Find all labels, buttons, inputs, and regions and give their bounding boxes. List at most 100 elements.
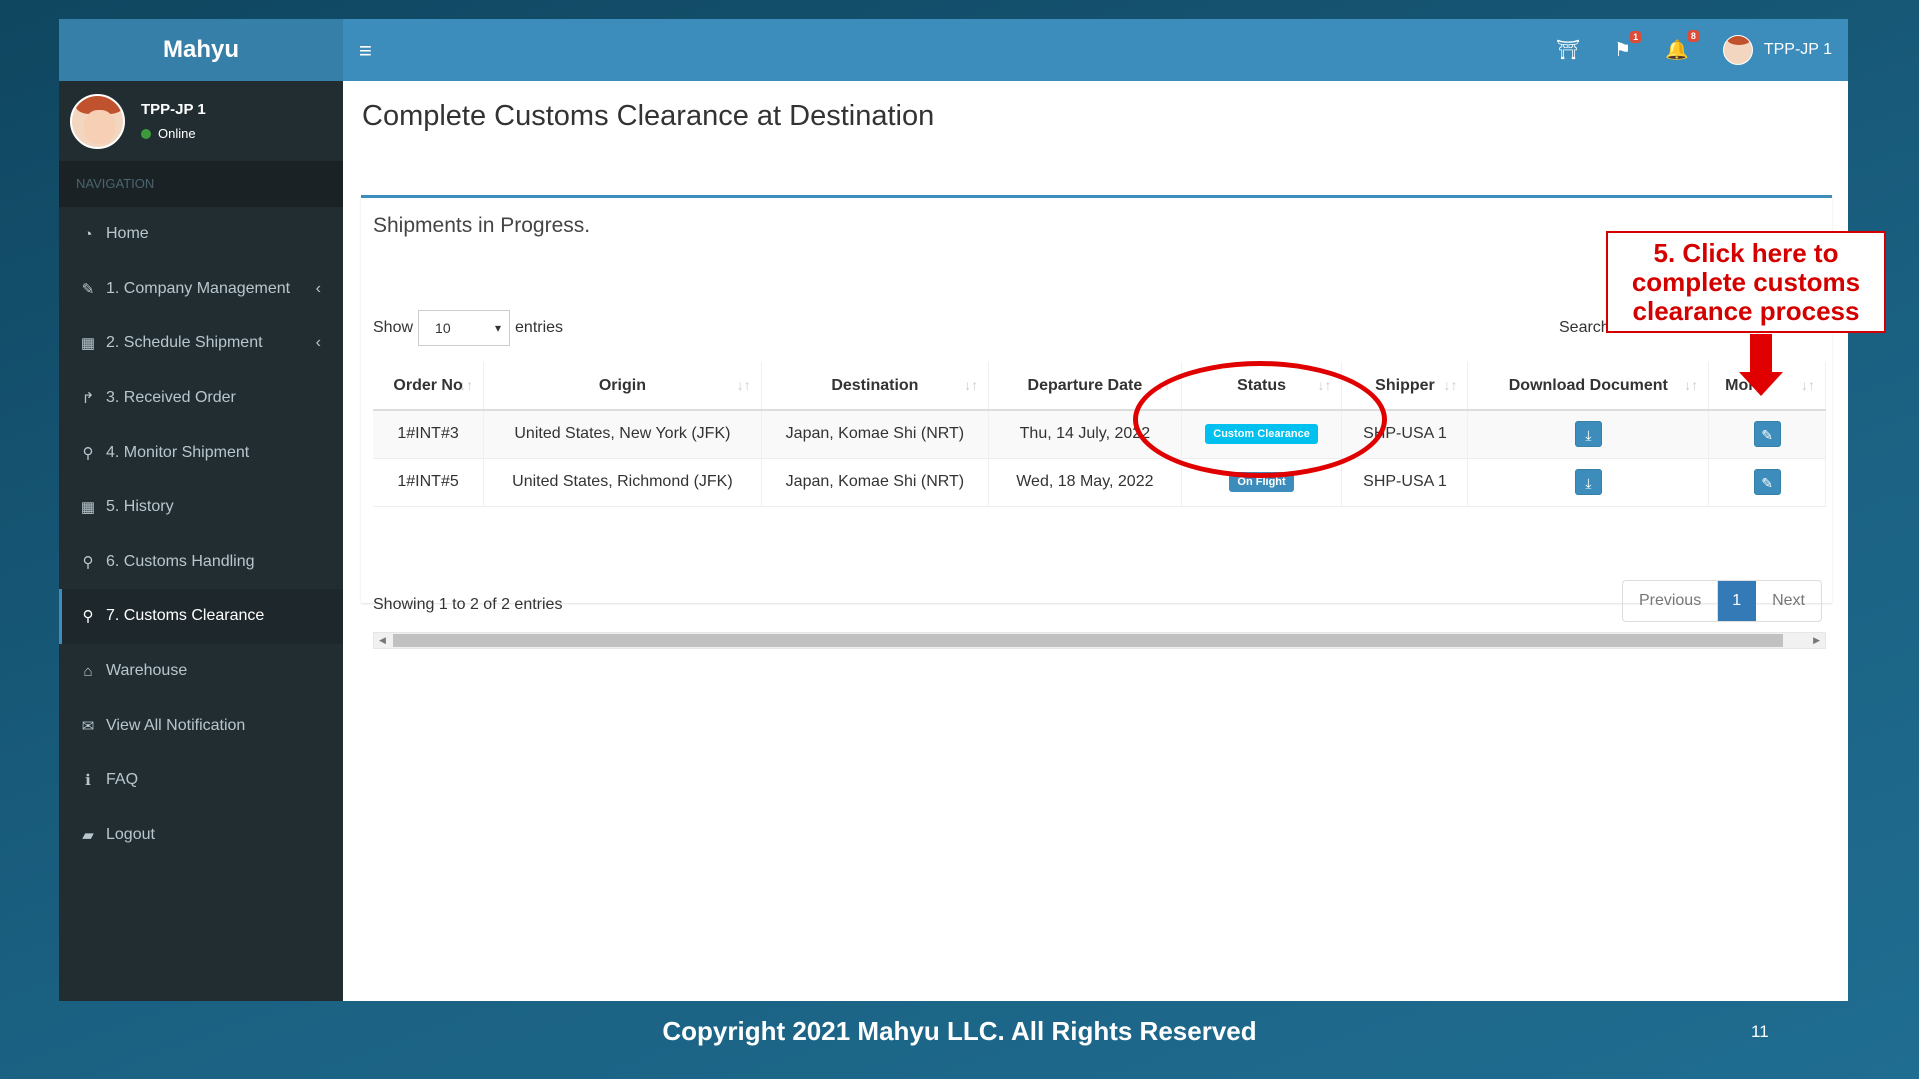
shipments-table: Order No ↓↑ Origin ↓↑ Destination ↓↑ Depart… (373, 362, 1826, 507)
header-label: Shipper (1375, 376, 1435, 394)
cell-destination: Japan, Komae Shi (NRT) (761, 410, 990, 459)
hamburger-menu-icon[interactable]: ≡ (359, 38, 372, 64)
header-label: Destination (831, 376, 919, 394)
app-window: Mahyu TPP-JP 1 Online NAVIGATION ◔ Home ✎… (59, 19, 1848, 1001)
app-logo[interactable]: Mahyu (59, 19, 343, 81)
length-control: Show 10 ▾ entries (373, 310, 563, 346)
scroll-right-icon[interactable]: ▶ (1813, 633, 1820, 648)
warehouse-icon: ⌂ (83, 662, 93, 680)
sidebar-item-label: View All Notification (106, 716, 246, 734)
cell-destination: Japan, Komae Shi (NRT) (761, 458, 990, 507)
previous-button[interactable]: Previous (1623, 581, 1719, 621)
user-menu[interactable]: TPP-JP 1 (1764, 41, 1832, 59)
cell-departure-date: Wed, 18 May, 2022 (988, 458, 1182, 507)
header-label: Origin (598, 376, 646, 394)
callout-line: clearance process (1632, 296, 1860, 326)
nav-header: NAVIGATION (59, 161, 343, 207)
sort-icon: ↓↑ (736, 377, 751, 393)
sort-icon: ↓↑ (1684, 377, 1699, 393)
sidebar-item-received-order[interactable]: ↱ 3. Received Order (59, 371, 343, 426)
sidebar-item-view-all-notification[interactable]: ✉ View All Notification (59, 698, 343, 753)
sidebar-item-label: 5. History (106, 498, 174, 516)
user-name: TPP-JP 1 (141, 101, 206, 118)
cell-origin: United States, Richmond (JFK) (483, 458, 762, 507)
sidebar-item-label: 1. Company Management (106, 279, 291, 297)
sort-icon: ↓↑ (1801, 377, 1815, 393)
scroll-left-icon[interactable]: ◀ (379, 633, 386, 648)
annotation-arrow-icon (1750, 334, 1772, 374)
top-navbar: ≡ ⛩ ⚑ 1 🔔 8 TPP-JP 1 (343, 19, 1848, 81)
edit-button[interactable]: ✎ (1753, 469, 1781, 495)
sidebar: Mahyu TPP-JP 1 Online NAVIGATION ◔ Home ✎… (59, 19, 343, 1001)
table-header-row: Order No ↓↑ Origin ↓↑ Destination ↓↑ Depart… (373, 362, 1826, 411)
bell-icon[interactable]: 🔔 8 (1665, 30, 1699, 62)
sidebar-item-label: Logout (106, 825, 155, 843)
horizontal-scrollbar[interactable]: ◀ ▶ (373, 632, 1826, 649)
download-icon: ⤓ (1585, 475, 1592, 491)
dashboard-icon: ◔ (83, 225, 93, 243)
bell-glyph: 🔔 (1665, 40, 1689, 61)
status-text: Online (158, 126, 196, 141)
box-title: Shipments in Progress. (373, 214, 591, 237)
table-row: 1#INT#3 United States, New York (JFK) Ja… (373, 410, 1826, 459)
download-button[interactable]: ⤓ (1574, 421, 1602, 448)
pagination: Previous 1 Next (1621, 580, 1822, 622)
sidebar-item-logout[interactable]: ▰ Logout (59, 808, 343, 863)
cell-order-no: 1#INT#5 (373, 458, 485, 507)
page-1-button[interactable]: 1 (1718, 581, 1757, 621)
callout-line: 5. Click here to (1653, 238, 1839, 268)
nav-menu: ◔ Home ✎ 1. Company Management ‹ ▦ 2. Schedu… (59, 207, 343, 862)
sidebar-item-faq[interactable]: ℹ FAQ (59, 753, 343, 808)
share-icon: ↱ (81, 390, 95, 408)
header-label: Departure Date (1027, 376, 1143, 394)
edit-button[interactable]: ✎ (1753, 421, 1781, 448)
cell-origin: United States, New York (JFK) (483, 410, 762, 459)
slide-page-number: 11 (1751, 1022, 1769, 1041)
search-icon: ⚲ (82, 608, 94, 626)
sidebar-item-history[interactable]: ▦ 5. History (59, 480, 343, 535)
header-label: Download Document (1508, 376, 1668, 394)
envelope-icon: ✉ (81, 717, 95, 735)
pencil-icon: ✎ (1761, 427, 1773, 444)
flag-badge: 1 (1630, 30, 1642, 43)
sidebar-item-monitor-shipment[interactable]: ⚲ 4. Monitor Shipment (59, 425, 343, 480)
main-content: Complete Customs Clearance at Destinatio… (343, 81, 1848, 1001)
col-destination[interactable]: Destination ↓↑ (761, 362, 990, 411)
col-order-no[interactable]: Order No ↓↑ (373, 362, 485, 411)
sidebar-item-label: 6. Customs Handling (106, 552, 255, 570)
download-button[interactable]: ⤓ (1574, 469, 1602, 495)
flag-icon[interactable]: ⚑ 1 (1614, 30, 1642, 62)
bell-badge: 8 (1687, 30, 1699, 42)
chevron-left-icon: ‹ (315, 279, 321, 297)
user-status: Online (141, 126, 206, 141)
online-dot-icon (141, 128, 151, 139)
sidebar-item-home[interactable]: ◔ Home (59, 207, 343, 262)
edit-icon: ✎ (81, 280, 95, 298)
sort-icon: ↓↑ (1443, 377, 1458, 393)
col-origin[interactable]: Origin ↓↑ (483, 362, 762, 411)
sort-icon: ↓↑ (964, 377, 979, 393)
entries-select[interactable]: 10 ▾ (418, 310, 511, 346)
col-download-document[interactable]: Download Document ↓↑ (1467, 362, 1710, 411)
next-button[interactable]: Next (1756, 581, 1821, 621)
sort-icon: ↓↑ (459, 377, 474, 393)
sidebar-item-schedule-shipment[interactable]: ▦ 2. Schedule Shipment ‹ (59, 316, 343, 371)
sidebar-item-company-management[interactable]: ✎ 1. Company Management ‹ (59, 262, 343, 317)
sidebar-item-warehouse[interactable]: ⌂ Warehouse (59, 644, 343, 699)
table-row: 1#INT#5 United States, Richmond (JFK) Ja… (373, 458, 1826, 507)
sidebar-item-label: FAQ (106, 771, 139, 789)
sidebar-item-customs-clearance[interactable]: ⚲ 7. Customs Clearance (59, 589, 343, 644)
avatar (70, 93, 125, 149)
calendar-icon: ▦ (80, 335, 96, 353)
sidebar-item-label: Home (106, 225, 149, 243)
sidebar-item-label: 3. Received Order (106, 389, 236, 407)
annotation-ellipse (1133, 361, 1387, 478)
language-icon[interactable]: ⛩ (1556, 38, 1580, 62)
sidebar-item-label: Warehouse (106, 662, 188, 680)
scroll-thumb[interactable] (393, 634, 1783, 647)
book-icon: ▰ (82, 826, 94, 844)
sidebar-item-label: 2. Schedule Shipment (106, 334, 263, 352)
user-avatar[interactable] (1722, 35, 1753, 65)
cell-download: ⤓ (1467, 410, 1710, 459)
sidebar-item-customs-handling[interactable]: ⚲ 6. Customs Handling (59, 535, 343, 590)
